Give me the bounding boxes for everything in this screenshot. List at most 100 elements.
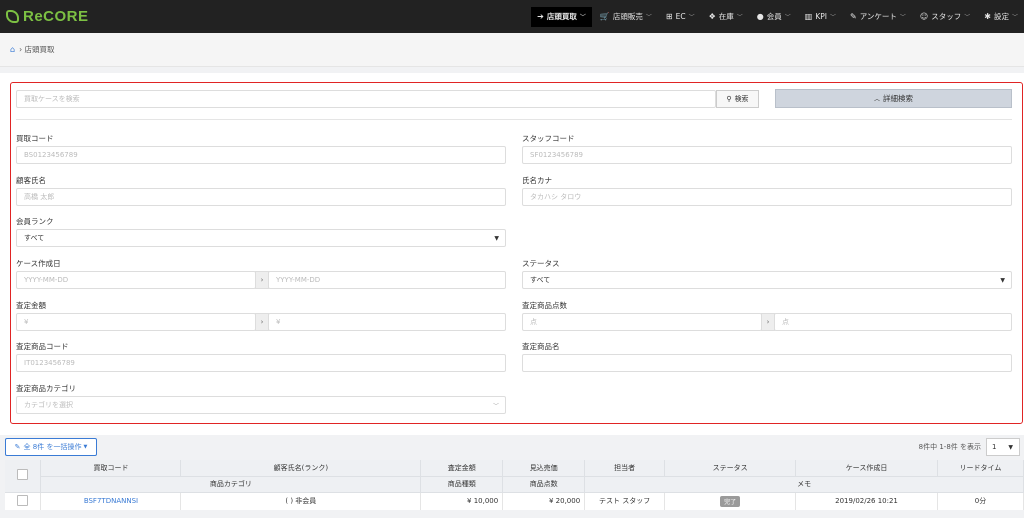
column-header[interactable]: ケース作成日 bbox=[795, 460, 938, 477]
chevron-down-icon: ﹀ bbox=[688, 14, 695, 21]
column-subheader: 商品種類 bbox=[420, 476, 504, 493]
item-code-label: 査定商品コード bbox=[16, 342, 69, 351]
nav-item-5[interactable]: ▥ KPI ﹀ bbox=[799, 7, 842, 27]
bar-chart-icon: ▥ bbox=[804, 12, 813, 21]
nav-item-label: EC bbox=[675, 12, 686, 21]
created-date-from-input[interactable]: YYYY-MM-DD bbox=[16, 271, 256, 289]
nav-item-3[interactable]: ❖ 在庫 ﹀ bbox=[703, 7, 749, 27]
nav-item-label: 在庫 bbox=[718, 12, 734, 21]
staff-code-label: スタッフコード bbox=[522, 134, 575, 143]
nav-item-label: アンケート bbox=[859, 12, 897, 21]
nav-item-label: 設定 bbox=[993, 12, 1009, 21]
brand-name: ReCORE bbox=[23, 8, 89, 25]
item-code-input[interactable]: IT0123456789 bbox=[16, 354, 506, 372]
created-date-cell: 2019/02/26 10:21 bbox=[795, 492, 938, 510]
table-row[interactable]: BSF7TDNANNSI ( ) 非会員 ¥ 10,000 ¥ 20,000 テ… bbox=[5, 492, 1024, 510]
page-select-value: 1 bbox=[992, 443, 997, 451]
breadcrumb-current: 店頭買取 bbox=[24, 45, 55, 54]
nav-item-4[interactable]: ● 会員 ﹀ bbox=[751, 7, 797, 27]
amount-from-input[interactable]: ¥ bbox=[16, 313, 256, 331]
column-header[interactable]: リードタイム bbox=[937, 460, 1024, 477]
amount-cell: ¥ 10,000 bbox=[420, 492, 504, 510]
column-subheader: メモ bbox=[584, 476, 1024, 493]
chevron-up-icon: ︿ bbox=[873, 96, 880, 103]
main-nav: ➔ 店頭買取 ﹀ 🛒 店頭販売 ﹀ ⊞ EC ﹀ ❖ 在庫 ﹀ ● 会員 ﹀ ▥ KPI ﹀ ✎ アンケート ﹀ ☺ スタッ… bbox=[529, 0, 1024, 33]
caret-down-icon: ▼ bbox=[83, 444, 88, 450]
search-button[interactable]: ⚲ 検索 bbox=[716, 90, 759, 108]
nav-item-label: 会員 bbox=[766, 12, 782, 21]
breadcrumb: ⌂ › 店頭買取 bbox=[0, 33, 1024, 67]
staff-code-input[interactable]: SF0123456789 bbox=[522, 146, 1012, 164]
row-checkbox[interactable] bbox=[17, 494, 29, 506]
item-count-label: 査定商品点数 bbox=[522, 301, 567, 310]
status-select[interactable]: すべて ▼ bbox=[522, 271, 1012, 289]
chevron-down-icon: ﹀ bbox=[1011, 14, 1018, 21]
status-badge: 完了 bbox=[720, 495, 741, 507]
chevron-down-icon: ﹀ bbox=[784, 14, 791, 21]
nav-item-label: 店頭販売 bbox=[612, 12, 643, 21]
nav-item-2[interactable]: ⊞ EC ﹀ bbox=[660, 7, 701, 27]
status-label: ステータス bbox=[522, 259, 560, 268]
case-search-input[interactable]: 買取ケースを検索 bbox=[16, 90, 716, 108]
item-category-label: 査定商品カテゴリ bbox=[16, 384, 76, 393]
nav-item-6[interactable]: ✎ アンケート ﹀ bbox=[844, 7, 912, 27]
row-select-cell bbox=[5, 492, 42, 510]
advanced-search-button[interactable]: ︿ 詳細検索 bbox=[775, 89, 1012, 108]
chevron-down-icon: ﹀ bbox=[829, 14, 836, 21]
home-icon[interactable]: ⌂ bbox=[10, 45, 15, 54]
item-category-placeholder: カテゴリを選択 bbox=[24, 401, 73, 409]
member-rank-select[interactable]: すべて ▼ bbox=[16, 229, 506, 247]
name-kana-input[interactable]: タカハシ タロウ bbox=[522, 188, 1012, 206]
leaf-logo-icon bbox=[6, 10, 19, 23]
item-category-select[interactable]: カテゴリを選択 ﹀ bbox=[16, 396, 506, 414]
brand-logo[interactable]: ReCORE bbox=[6, 8, 89, 25]
column-header[interactable]: ステータス bbox=[664, 460, 797, 477]
column-header[interactable]: 査定金額 bbox=[420, 460, 504, 477]
search-button-label: 検索 bbox=[734, 95, 749, 103]
column-header[interactable]: 買取コード bbox=[40, 460, 182, 477]
chevron-down-icon: ﹀ bbox=[964, 14, 971, 21]
pagination: 8件中 1-8件 を表示 1 ▼ bbox=[919, 438, 1020, 456]
advanced-search-label: 詳細検索 bbox=[883, 94, 913, 103]
kaitori-table: 買取コード 顧客氏名(ランク) 査定金額 見込売価 担当者 ステータス ケース作… bbox=[5, 460, 1024, 510]
amount-to-input[interactable]: ¥ bbox=[268, 313, 506, 331]
column-header[interactable]: 顧客氏名(ランク) bbox=[180, 460, 422, 477]
kaitori-code-label: 買取コード bbox=[16, 134, 54, 143]
chevron-down-icon: ﹀ bbox=[899, 14, 906, 21]
kaitori-code-link[interactable]: BSF7TDNANNSI bbox=[84, 497, 138, 505]
nav-item-7[interactable]: ☺ スタッフ ﹀ bbox=[914, 7, 976, 27]
highlight-frame bbox=[10, 82, 1023, 424]
nav-item-1[interactable]: 🛒 店頭販売 ﹀ bbox=[594, 7, 658, 27]
sign-in-icon: ➔ bbox=[537, 12, 544, 21]
column-header[interactable]: 担当者 bbox=[584, 460, 666, 477]
kaitori-code-input[interactable]: BS0123456789 bbox=[16, 146, 506, 164]
pagination-summary: 8件中 1-8件 を表示 bbox=[918, 443, 981, 451]
divider bbox=[16, 119, 1012, 120]
range-arrow-icon: › bbox=[255, 271, 269, 289]
page-select[interactable]: 1 ▼ bbox=[986, 438, 1020, 456]
nav-item-8[interactable]: ✱ 設定 ﹀ bbox=[978, 7, 1024, 27]
nav-item-label: スタッフ bbox=[931, 12, 962, 21]
bulk-action-label: 全 8件 を一括操作 bbox=[23, 443, 82, 451]
item-count-from-input[interactable]: 点 bbox=[522, 313, 762, 331]
staff-cell: テスト スタッフ bbox=[584, 492, 666, 510]
edit-icon: ✎ bbox=[850, 12, 857, 21]
item-name-input[interactable] bbox=[522, 354, 1012, 372]
nav-item-0[interactable]: ➔ 店頭買取 ﹀ bbox=[531, 6, 592, 27]
table-header-row: 買取コード 顧客氏名(ランク) 査定金額 見込売価 担当者 ステータス ケース作… bbox=[5, 460, 1024, 493]
edit-icon: ✎ bbox=[14, 443, 21, 451]
customer-name-input[interactable]: 高橋 太郎 bbox=[16, 188, 506, 206]
select-all-checkbox[interactable] bbox=[17, 469, 29, 481]
created-date-label: ケース作成日 bbox=[16, 259, 61, 268]
caret-down-icon: ▼ bbox=[1000, 276, 1005, 284]
column-header[interactable]: 見込売価 bbox=[502, 460, 586, 477]
user-icon: ● bbox=[756, 12, 764, 21]
created-date-to-input[interactable]: YYYY-MM-DD bbox=[268, 271, 506, 289]
item-count-to-input[interactable]: 点 bbox=[774, 313, 1012, 331]
select-all-cell bbox=[5, 460, 42, 493]
nav-item-label: KPI bbox=[815, 12, 827, 21]
nav-item-label: 店頭買取 bbox=[546, 12, 577, 21]
cart-icon: 🛒 bbox=[599, 12, 610, 21]
bulk-action-button[interactable]: ✎ 全 8件 を一括操作 ▼ bbox=[5, 438, 97, 456]
range-arrow-icon: › bbox=[255, 313, 269, 331]
